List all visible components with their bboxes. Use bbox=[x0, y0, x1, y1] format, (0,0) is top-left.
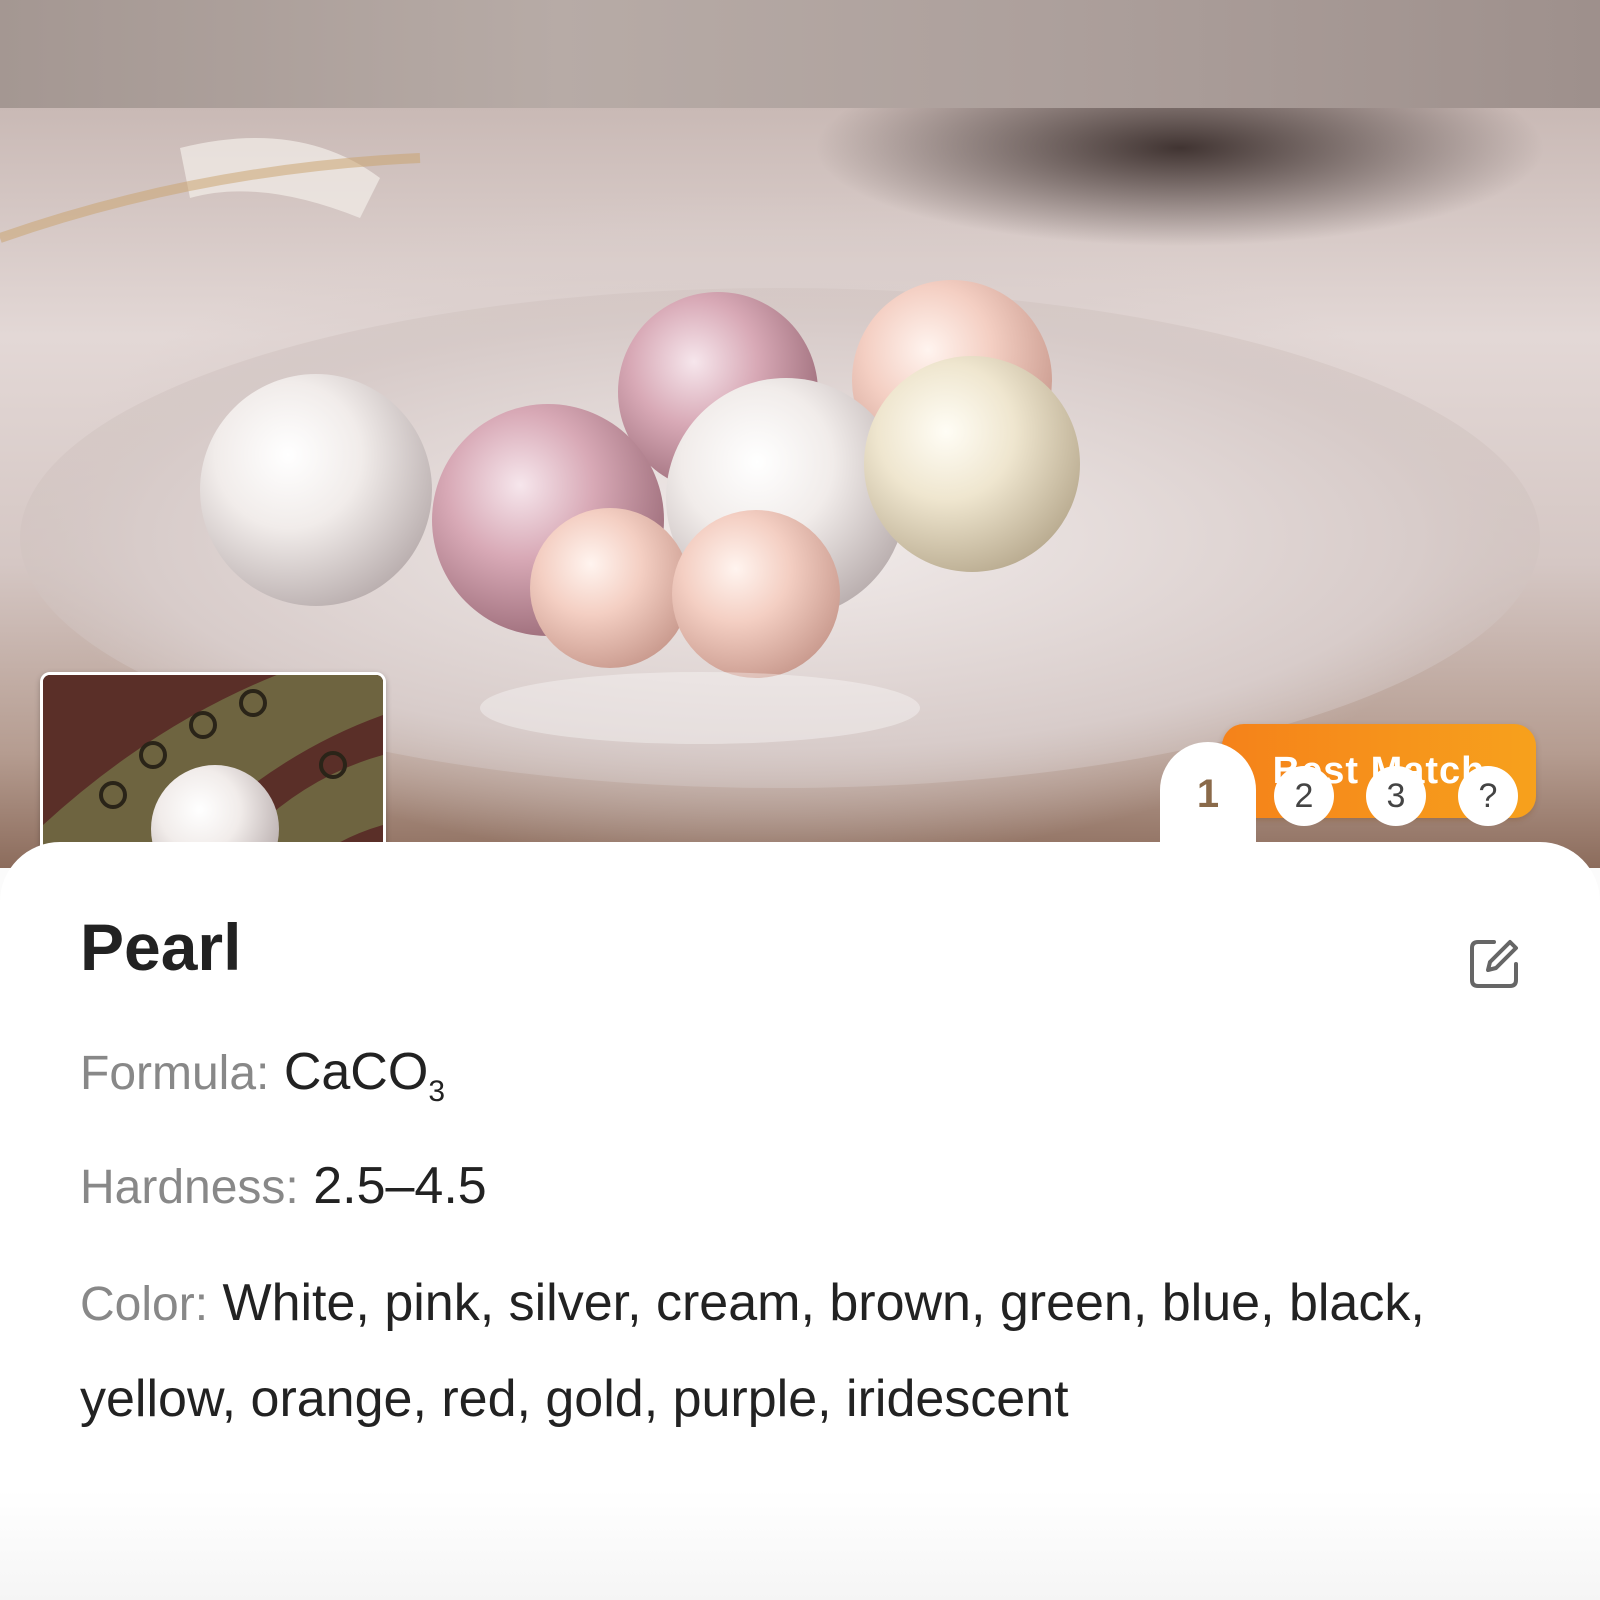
bottom-fade bbox=[0, 1490, 1600, 1600]
formula-row: Formula: CaCO3 bbox=[80, 1046, 445, 1107]
result-tab-2[interactable]: 2 bbox=[1274, 766, 1334, 826]
edit-icon bbox=[1470, 940, 1518, 988]
formula-label: Formula: bbox=[80, 1047, 270, 1100]
user-photo-thumbnail[interactable] bbox=[40, 672, 386, 868]
photo-icon bbox=[43, 675, 383, 868]
mineral-title: Pearl bbox=[80, 910, 242, 984]
formula-subscript: 3 bbox=[428, 1075, 445, 1108]
color-row: Color: White, pink, silver, cream, brown… bbox=[80, 1256, 1540, 1446]
result-tab-1[interactable]: 1 bbox=[1160, 742, 1256, 872]
result-tab-3[interactable]: 3 bbox=[1366, 766, 1426, 826]
hardness-row: Hardness: 2.5–4.5 bbox=[80, 1160, 487, 1212]
result-tab-1-label: 1 bbox=[1196, 772, 1220, 816]
color-label: Color: bbox=[80, 1278, 209, 1331]
hardness-label: Hardness: bbox=[80, 1161, 299, 1214]
color-value: White, pink, silver, cream, brown, green… bbox=[80, 1274, 1425, 1428]
edit-button[interactable] bbox=[1464, 934, 1524, 994]
formula-value: CaCO bbox=[283, 1043, 429, 1101]
top-blurred-strip bbox=[0, 0, 1600, 108]
result-tab-unknown[interactable]: ? bbox=[1458, 766, 1518, 826]
hero-reference-image: Best Match bbox=[0, 108, 1600, 868]
hardness-value: 2.5–4.5 bbox=[313, 1157, 487, 1215]
